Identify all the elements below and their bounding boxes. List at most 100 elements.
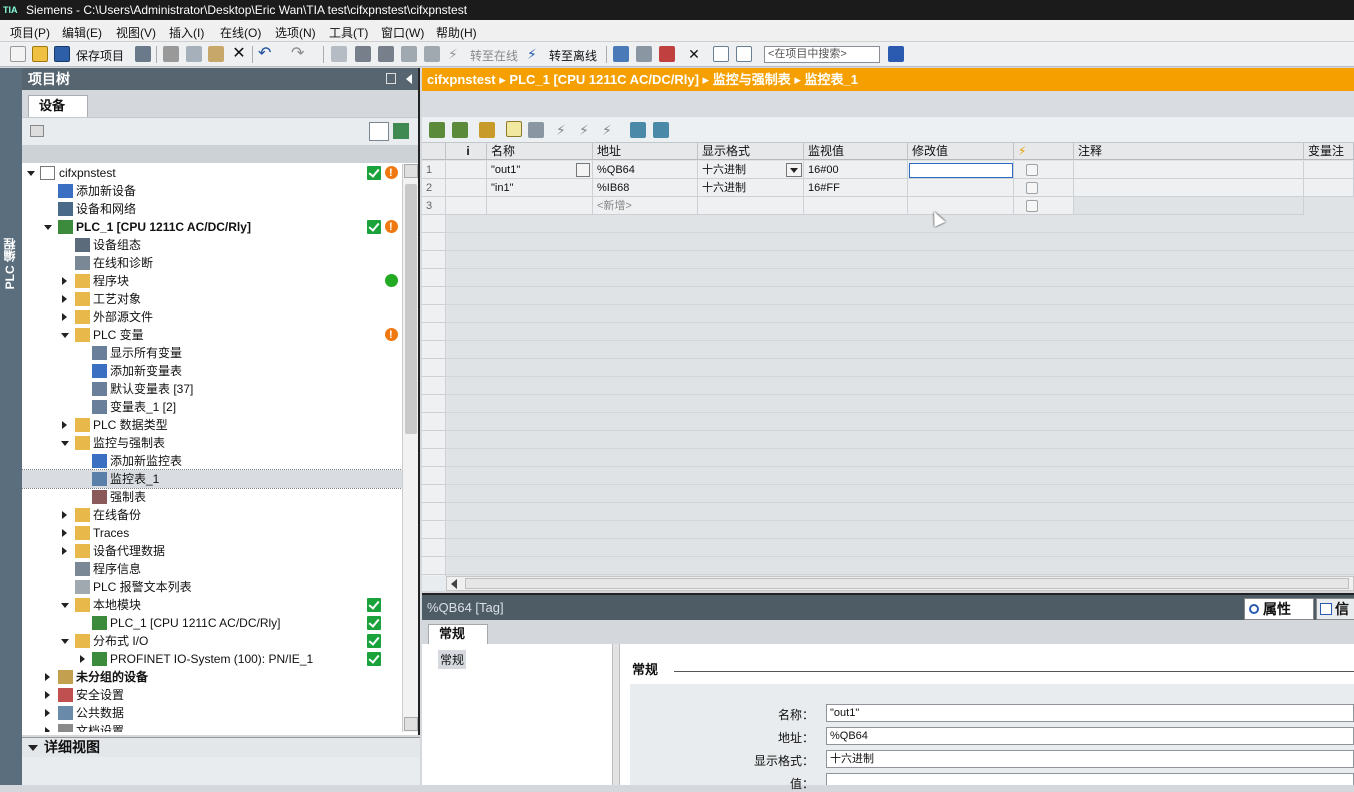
scrollbar-thumb[interactable] — [465, 578, 1349, 589]
tree-item-watch-table-1[interactable]: 监控表_1 — [22, 469, 402, 489]
expand-icon[interactable] — [61, 333, 69, 338]
tree-view-icon[interactable] — [30, 125, 44, 137]
tree-item-add-tag-table[interactable]: 添加新变量表 — [22, 362, 402, 380]
column-header-comment[interactable]: 注释 — [1074, 143, 1304, 160]
tree-sync-icon[interactable] — [393, 123, 409, 139]
monitor-all-icon[interactable] — [506, 121, 522, 137]
tree-item-online-backups[interactable]: 在线备份 — [22, 506, 402, 524]
expand-icon[interactable] — [62, 547, 67, 555]
address-cell[interactable]: %IB68 — [593, 179, 698, 197]
tree-item-local-modules[interactable]: 本地模块 — [22, 596, 402, 614]
tree-item-program-blocks[interactable]: 程序块 — [22, 272, 402, 290]
tree-item-force-table[interactable]: 强制表 — [22, 488, 402, 506]
force-icon[interactable]: ⚡ — [556, 122, 572, 138]
tree-item-add-device[interactable]: 添加新设备 — [22, 182, 402, 200]
expand-icon[interactable] — [62, 295, 67, 303]
online-diagnostics-icon[interactable] — [659, 46, 675, 62]
paste-icon[interactable] — [208, 46, 224, 62]
expand-icon[interactable] — [61, 441, 69, 446]
menu-view[interactable]: 视图(V) — [116, 24, 156, 41]
expand-icon[interactable] — [61, 603, 69, 608]
print-icon[interactable] — [135, 46, 151, 62]
expand-icon[interactable] — [45, 709, 50, 717]
nav-general[interactable]: 常规 — [438, 650, 467, 669]
name-field[interactable]: "out1" — [826, 704, 1354, 722]
format-cell[interactable] — [698, 197, 804, 215]
tag-comment-cell[interactable] — [1304, 179, 1354, 197]
overview-icon[interactable] — [369, 122, 389, 141]
detail-view-header[interactable]: 详细视图 — [22, 737, 420, 757]
tree-item-tag-table-1[interactable]: 变量表_1 [2] — [22, 398, 402, 416]
accessible-devices-icon[interactable] — [613, 46, 629, 62]
tree-item-ungrouped-devices[interactable]: 未分组的设备 — [22, 668, 402, 686]
tab-info[interactable]: 信息 — [1316, 598, 1354, 637]
expand-icon[interactable] — [62, 277, 67, 285]
inspector-splitter[interactable] — [612, 644, 620, 785]
open-project-icon[interactable] — [32, 46, 48, 62]
tree-item-local-plc[interactable]: PLC_1 [CPU 1211C AC/DC/Rly] — [22, 614, 402, 632]
tab-general[interactable]: 常规 — [428, 624, 488, 644]
cross-reference-icon[interactable] — [636, 46, 652, 62]
new-project-icon[interactable] — [10, 46, 26, 62]
tree-item-distributed-io[interactable]: 分布式 I/O — [22, 632, 402, 650]
format-dropdown[interactable] — [786, 163, 802, 177]
address-field[interactable]: %QB64 — [826, 727, 1354, 745]
menu-help[interactable]: 帮助(H) — [436, 24, 477, 41]
menu-edit[interactable]: 编辑(E) — [62, 24, 102, 41]
expand-icon[interactable] — [62, 421, 67, 429]
tree-item-document-settings[interactable]: 文档设置 — [22, 722, 402, 732]
scroll-down-icon[interactable] — [404, 717, 418, 731]
column-header-modify-value[interactable]: 修改值 — [908, 143, 1014, 160]
tab-devices[interactable]: 设备 — [28, 95, 88, 117]
stop-force-icon[interactable]: ⚡ — [579, 122, 595, 138]
menu-insert[interactable]: 插入(I) — [169, 24, 204, 41]
show-extended-mode-icon[interactable] — [653, 122, 669, 138]
force-checkbox[interactable] — [1026, 200, 1038, 212]
enable-peripheral-icon[interactable]: ⚡ — [602, 122, 618, 138]
tree-item-devices-networks[interactable]: 设备和网络 — [22, 200, 402, 218]
save-icon[interactable] — [54, 46, 70, 62]
force-checkbox[interactable] — [1026, 182, 1038, 194]
menu-tools[interactable]: 工具(T) — [329, 24, 368, 41]
menu-window[interactable]: 窗口(W) — [381, 24, 424, 41]
undo-icon[interactable]: ↶ — [258, 46, 274, 62]
tree-item-watch-force-tables[interactable]: 监控与强制表 — [22, 434, 402, 452]
expand-icon[interactable] — [62, 511, 67, 519]
name-cell[interactable]: "in1" — [487, 179, 593, 197]
modify-value-cell[interactable] — [908, 197, 1014, 215]
expand-icon[interactable] — [44, 225, 52, 230]
search-go-icon[interactable] — [888, 46, 904, 62]
split-vertical-icon[interactable] — [736, 46, 752, 62]
tree-item-external-sources[interactable]: 外部源文件 — [22, 308, 402, 326]
show-hide-columns-icon[interactable] — [630, 122, 646, 138]
tree-item-online-diagnostics[interactable]: 在线和诊断 — [22, 254, 402, 272]
tree-item-add-watch-table[interactable]: 添加新监控表 — [22, 452, 402, 470]
column-header-tag-comment[interactable]: 变量注释 — [1304, 143, 1354, 175]
modify-value-input[interactable] — [909, 163, 1013, 178]
format-cell[interactable]: 十六进制 — [698, 179, 804, 197]
address-cell[interactable]: <新增> — [593, 197, 698, 215]
stop-simulation-icon[interactable] — [424, 46, 440, 62]
go-offline-icon[interactable]: ⚡ — [527, 46, 543, 62]
plc-programming-label[interactable]: PLC 编程 — [1, 238, 21, 289]
address-cell[interactable]: %QB64 — [593, 161, 698, 179]
tree-item-program-info[interactable]: 程序信息 — [22, 560, 402, 578]
comment-cell[interactable] — [1074, 197, 1304, 215]
modify-value-cell[interactable] — [908, 161, 1014, 179]
tree-item-security-settings[interactable]: 安全设置 — [22, 686, 402, 704]
tree-item-common-data[interactable]: 公共数据 — [22, 704, 402, 722]
go-online-button[interactable]: 转至在线 — [470, 47, 518, 64]
expand-icon[interactable] — [62, 313, 67, 321]
redo-icon[interactable]: ↷ — [291, 46, 307, 62]
expand-icon[interactable] — [45, 691, 50, 699]
tree-item-profinet-system[interactable]: PROFINET IO-System (100): PN/IE_1 — [22, 650, 402, 668]
breadcrumb-project[interactable]: cifxpnstest — [427, 72, 496, 87]
tree-item-alarm-text-lists[interactable]: PLC 报警文本列表 — [22, 578, 402, 596]
copy-icon[interactable] — [186, 46, 202, 62]
empty-rows-area[interactable] — [446, 215, 1354, 576]
delete-icon[interactable]: ✕ — [231, 46, 247, 62]
tree-scrollbar[interactable] — [402, 164, 418, 732]
breadcrumb-watch-table[interactable]: 监控表_1 — [804, 72, 857, 87]
column-header-monitor-value[interactable]: 监视值 — [804, 143, 908, 160]
go-offline-button[interactable]: 转至离线 — [549, 47, 597, 64]
